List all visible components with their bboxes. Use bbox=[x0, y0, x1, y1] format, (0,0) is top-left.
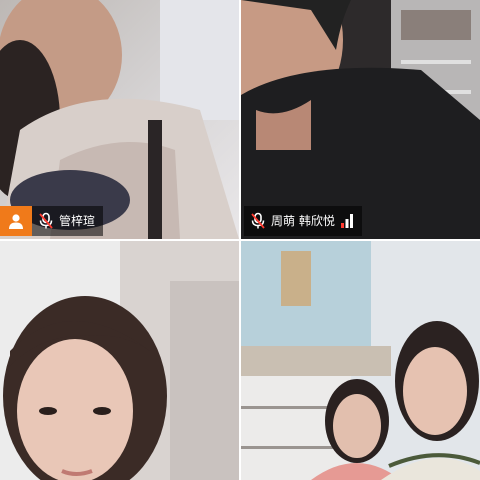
video-grid: 管梓瑄 周萌 韩欣悦 bbox=[0, 0, 480, 480]
mic-muted-icon[interactable] bbox=[38, 212, 54, 230]
participant-name: 周萌 韩欣悦 bbox=[271, 214, 335, 228]
host-badge bbox=[0, 206, 32, 236]
video-tile-1[interactable]: 管梓瑄 bbox=[0, 0, 239, 239]
participant-video-feed bbox=[0, 241, 239, 480]
mic-muted-icon[interactable] bbox=[250, 212, 266, 230]
person-icon bbox=[7, 212, 25, 230]
participant-name-bar: 管梓瑄 bbox=[0, 206, 104, 236]
signal-strength-icon bbox=[340, 213, 354, 229]
video-tile-4[interactable] bbox=[241, 241, 480, 480]
video-tile-2[interactable]: 周萌 韩欣悦 bbox=[241, 0, 480, 239]
name-chip: 管梓瑄 bbox=[32, 206, 104, 236]
participant-name-bar: 周萌 韩欣悦 bbox=[244, 206, 362, 236]
video-tile-3[interactable] bbox=[0, 241, 239, 480]
name-chip: 周萌 韩欣悦 bbox=[244, 206, 362, 236]
participant-video-feed bbox=[0, 0, 239, 239]
participant-video-feed bbox=[241, 0, 480, 239]
participant-video-feed bbox=[241, 241, 480, 480]
participant-name: 管梓瑄 bbox=[59, 214, 96, 228]
